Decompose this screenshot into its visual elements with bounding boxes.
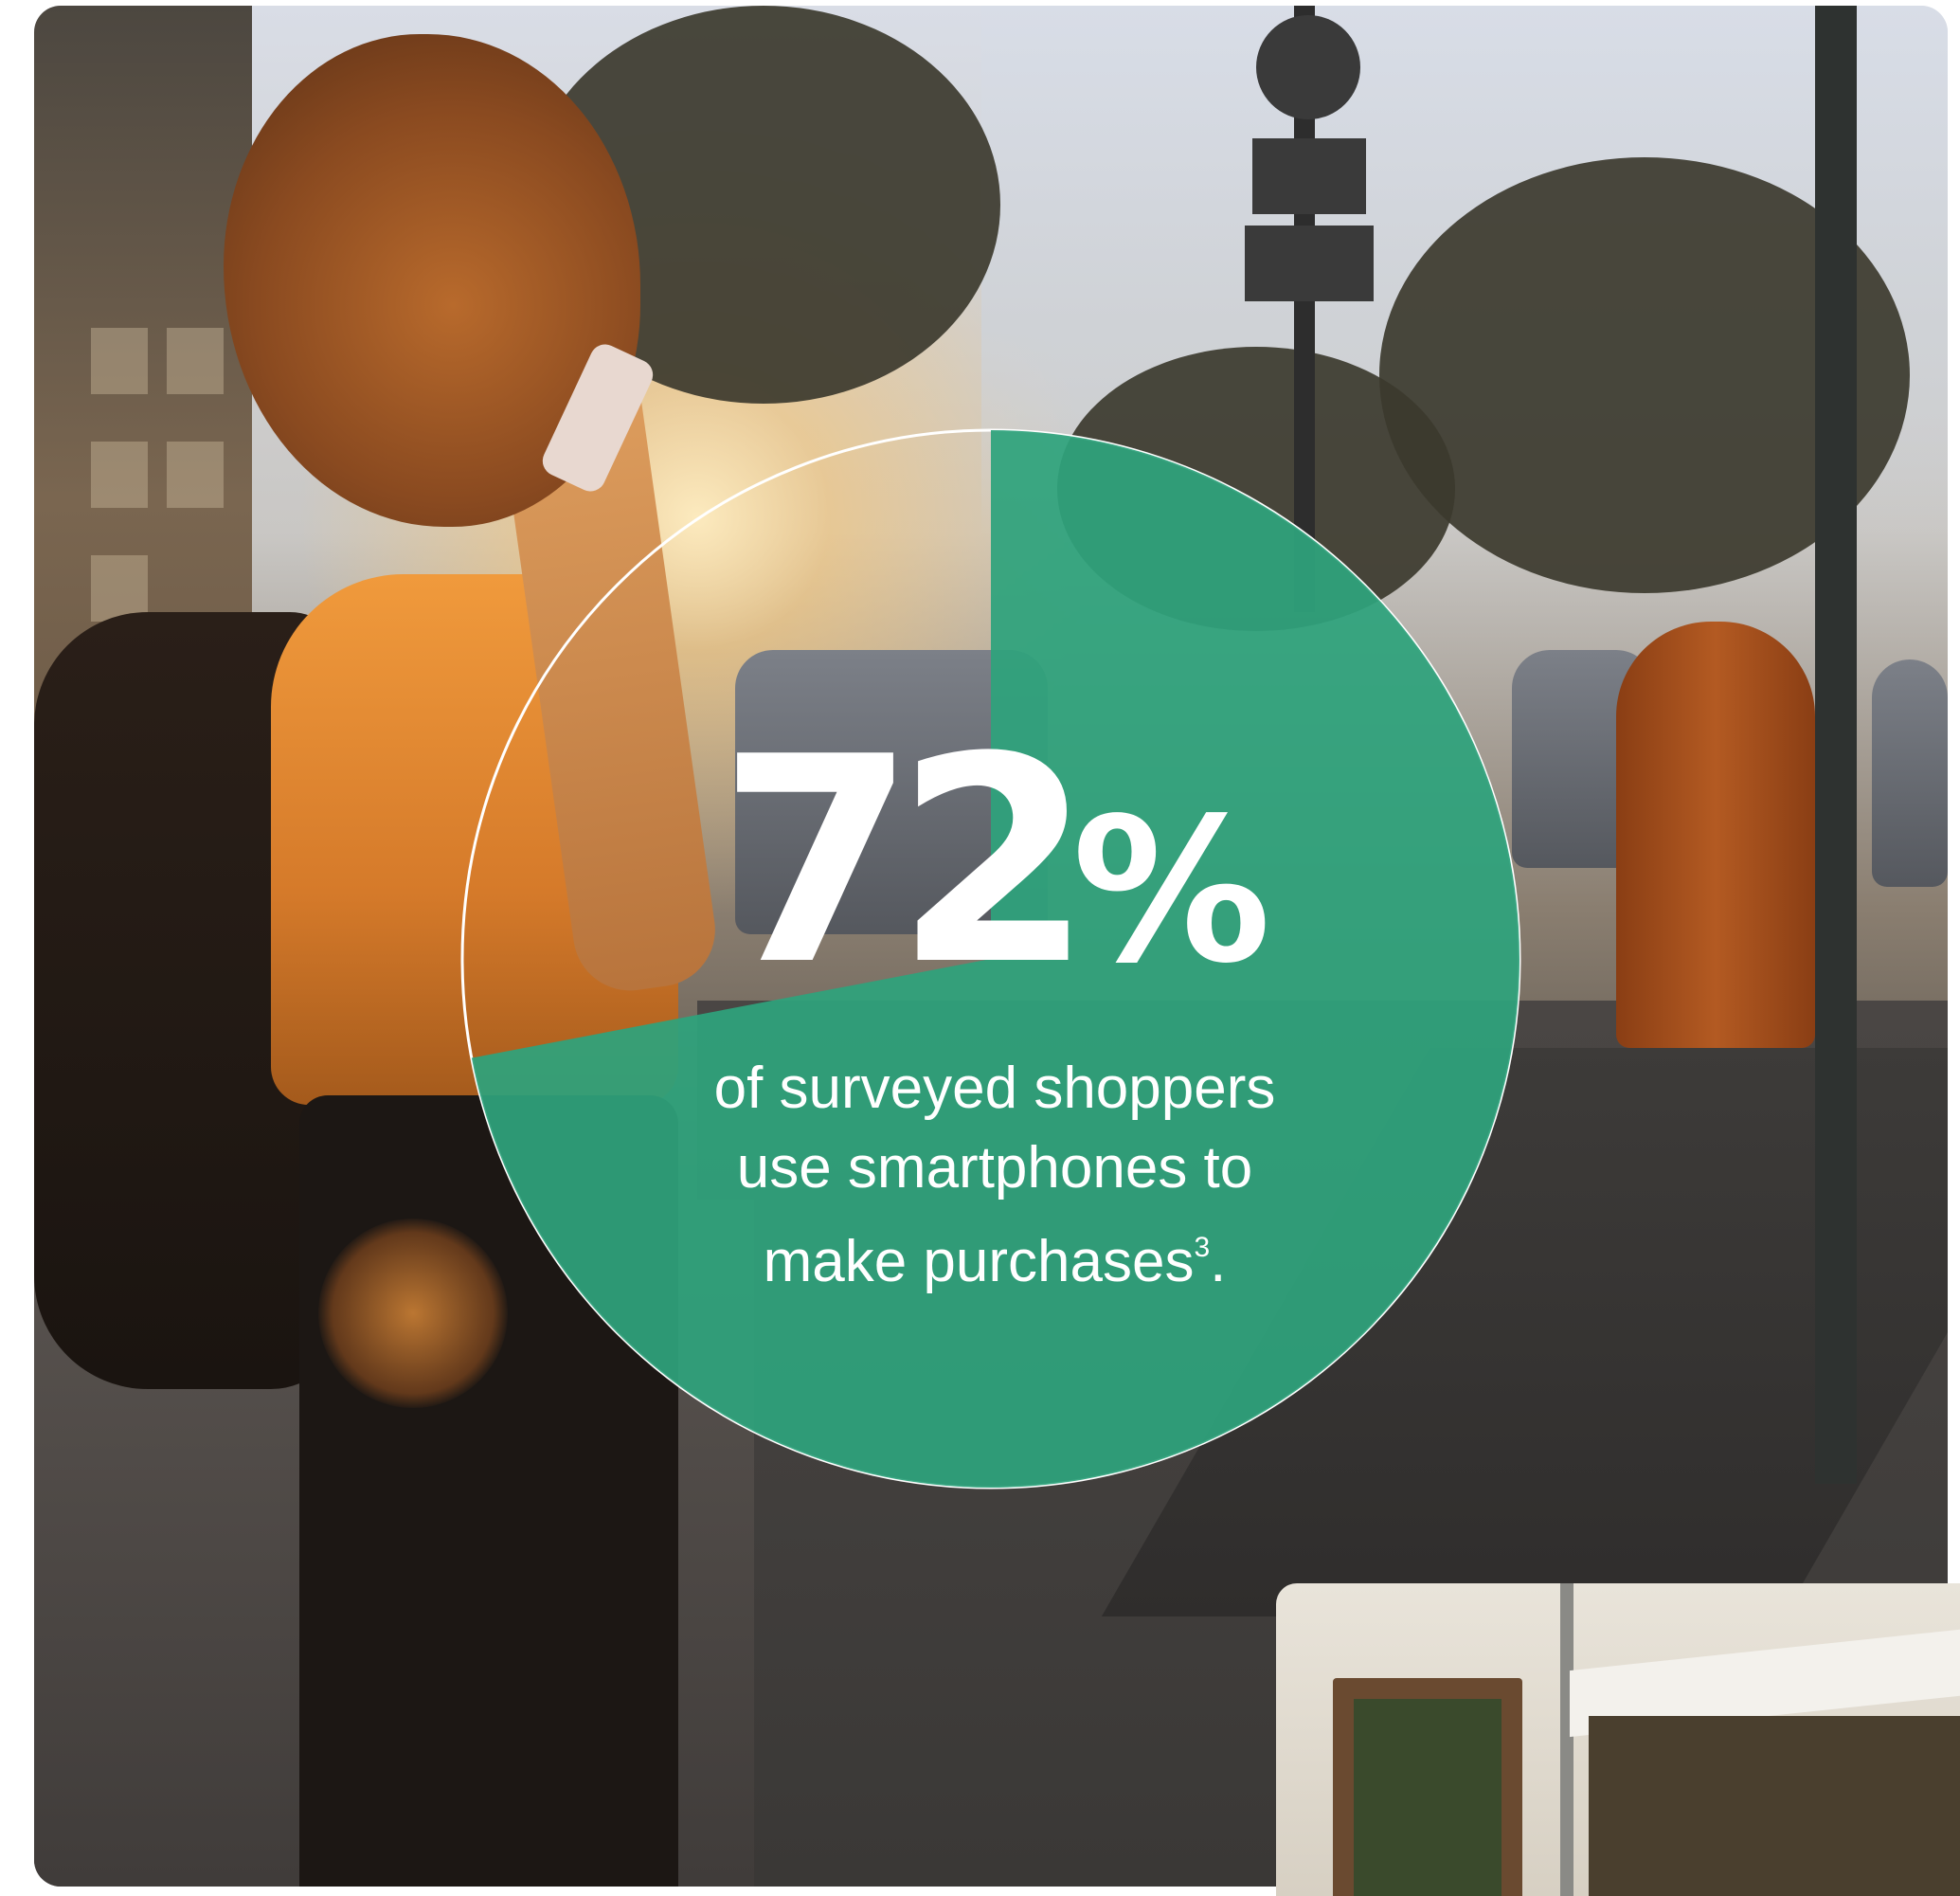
caption-period: . [1210,1229,1227,1294]
drain-pipe [1560,1583,1573,1896]
stat-value: 72 [718,696,1093,1027]
storefront-photo [1276,1583,1960,1896]
stat-number: 72% [606,711,1383,1043]
stat-caption: of surveyed shoppers use smartphones to … [606,1049,1383,1302]
caption-text: make purchases [763,1229,1195,1294]
caption-line: make purchases3. [606,1208,1383,1302]
shopfront [1589,1716,1960,1896]
percent-sign: % [1071,775,1271,1007]
footnote-marker: 3 [1194,1232,1211,1263]
window [1333,1678,1522,1896]
caption-line: use smartphones to [736,1135,1253,1201]
caption-line: of surveyed shoppers [713,1056,1276,1121]
stat-block: 72% of surveyed shoppers use smartphones… [606,711,1383,1302]
